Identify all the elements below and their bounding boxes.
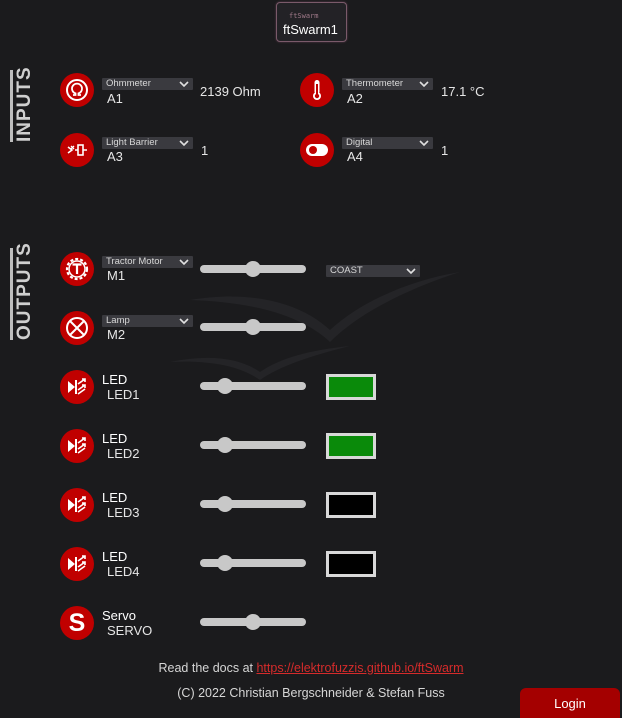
input-value: 1 (201, 143, 209, 158)
output-port: LED1 (107, 387, 140, 402)
lamp-icon (60, 311, 94, 345)
input-port: A4 (347, 149, 363, 164)
led-color-swatch[interactable] (326, 551, 376, 577)
chevron-down-icon (419, 81, 429, 88)
slider-thumb[interactable] (245, 261, 261, 277)
led-color-swatch[interactable] (326, 433, 376, 459)
input-value: 17.1 °C (441, 84, 485, 99)
chevron-down-icon (179, 259, 189, 266)
output-type-label: LED (102, 372, 128, 387)
brand-label: ftSwarm (289, 12, 319, 20)
inputs-section-bar (10, 70, 13, 142)
led-icon (60, 547, 94, 581)
input-value: 1 (441, 143, 449, 158)
tractor-motor-icon (60, 252, 94, 286)
slider-thumb[interactable] (245, 614, 261, 630)
output-slider[interactable] (200, 614, 306, 630)
led-icon (60, 429, 94, 463)
input-type-value: Thermometer (346, 78, 404, 89)
input-type-value: Ohmmeter (106, 78, 151, 89)
input-port: A1 (107, 91, 123, 106)
output-type-value: Tractor Motor (106, 256, 163, 267)
docs-prefix: Read the docs at (158, 661, 257, 675)
output-port: M1 (107, 268, 126, 283)
motor-mode-value: COAST (330, 265, 363, 276)
led-icon (60, 370, 94, 404)
input-value: 2139 Ohm (200, 84, 261, 99)
output-slider[interactable] (200, 555, 306, 571)
chevron-down-icon (179, 81, 189, 88)
device-name: ftSwarm1 (283, 22, 338, 37)
slider-thumb[interactable] (245, 319, 261, 335)
footer-docs: Read the docs at https://elektrofuzzis.g… (0, 661, 622, 675)
input-type-select[interactable]: Thermometer (342, 78, 433, 90)
output-slider[interactable] (200, 261, 306, 277)
servo-icon: S (60, 606, 94, 640)
outputs-section-bar (10, 248, 13, 340)
output-port: LED4 (107, 564, 140, 579)
input-port: A2 (347, 91, 363, 106)
chevron-down-icon (406, 268, 416, 275)
device-badge[interactable]: ftSwarm ftSwarm1 (276, 2, 347, 42)
swarm-watermark (170, 272, 460, 380)
input-type-value: Light Barrier (106, 137, 158, 148)
slider-thumb[interactable] (217, 555, 234, 571)
led-color-swatch[interactable] (326, 492, 376, 518)
output-port: LED3 (107, 505, 140, 520)
inputs-section-label: INPUTS (14, 66, 35, 142)
thermometer-icon (300, 73, 334, 107)
output-slider[interactable] (200, 437, 306, 453)
output-type-label: LED (102, 549, 128, 564)
input-port: A3 (107, 149, 123, 164)
motor-mode-select[interactable]: COAST (326, 265, 420, 277)
output-slider[interactable] (200, 496, 306, 512)
chevron-down-icon (179, 140, 189, 147)
output-port: M2 (107, 327, 126, 342)
input-type-value: Digital (346, 137, 373, 148)
led-icon (60, 488, 94, 522)
output-type-select[interactable]: Lamp (102, 315, 193, 327)
led-color-swatch[interactable] (326, 374, 376, 400)
slider-thumb[interactable] (217, 378, 234, 394)
output-slider[interactable] (200, 378, 306, 394)
output-type-select[interactable]: Tractor Motor (102, 256, 193, 268)
login-button[interactable]: Login (520, 688, 620, 718)
output-slider[interactable] (200, 319, 306, 335)
chevron-down-icon (179, 318, 189, 325)
input-type-select[interactable]: Ohmmeter (102, 78, 193, 90)
slider-thumb[interactable] (217, 437, 234, 453)
output-type-label: LED (102, 490, 128, 505)
input-type-select[interactable]: Light Barrier (102, 137, 193, 149)
input-type-select[interactable]: Digital (342, 137, 433, 149)
chevron-down-icon (419, 140, 429, 147)
output-type-label: LED (102, 431, 128, 446)
output-port: LED2 (107, 446, 140, 461)
toggle-switch-icon (300, 133, 334, 167)
ohm-icon (60, 73, 94, 107)
output-port: SERVO (107, 623, 153, 638)
light-barrier-icon (60, 133, 94, 167)
output-type-value: Lamp (106, 315, 130, 326)
output-type-label: Servo (102, 608, 136, 623)
slider-thumb[interactable] (217, 496, 234, 512)
docs-link[interactable]: https://elektrofuzzis.github.io/ftSwarm (256, 661, 463, 675)
outputs-section-label: OUTPUTS (14, 242, 35, 340)
